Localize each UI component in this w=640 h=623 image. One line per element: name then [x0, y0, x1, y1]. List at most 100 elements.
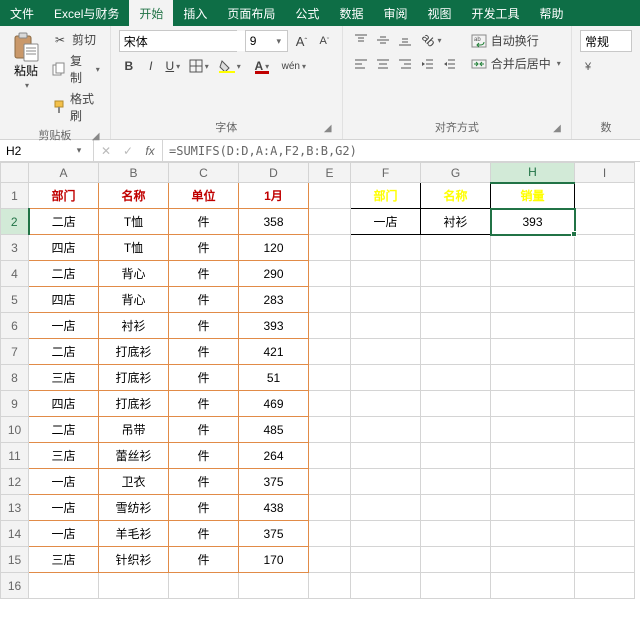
- cell[interactable]: T恤: [99, 235, 169, 261]
- cell[interactable]: 三店: [29, 365, 99, 391]
- dialog-launcher-icon[interactable]: ◢: [322, 123, 334, 135]
- row-header[interactable]: 12: [1, 469, 29, 495]
- enter-formula-button[interactable]: ✓: [120, 144, 136, 158]
- cell[interactable]: [575, 391, 635, 417]
- cell[interactable]: 一店: [29, 469, 99, 495]
- cut-button[interactable]: ✂ 剪切: [50, 30, 102, 49]
- dialog-launcher-icon[interactable]: ◢: [551, 123, 563, 135]
- cell[interactable]: [491, 313, 575, 339]
- cell[interactable]: 件: [169, 443, 239, 469]
- cell[interactable]: [351, 573, 421, 599]
- cell[interactable]: [351, 365, 421, 391]
- row-header[interactable]: 5: [1, 287, 29, 313]
- cell[interactable]: [309, 261, 351, 287]
- cell[interactable]: [575, 235, 635, 261]
- menu-tab[interactable]: 开发工具: [461, 0, 529, 26]
- cell[interactable]: [309, 313, 351, 339]
- cell[interactable]: [309, 287, 351, 313]
- chevron-down-icon[interactable]: ▾: [557, 59, 561, 68]
- spreadsheet-grid[interactable]: ABCDEFGHI1部门名称单位1月部门名称销量2二店T恤件358一店衬衫393…: [0, 162, 640, 623]
- cell[interactable]: [421, 573, 491, 599]
- menu-tab[interactable]: 文件: [0, 0, 44, 26]
- increase-font-button[interactable]: Aˆ: [292, 31, 311, 51]
- cell[interactable]: 四店: [29, 391, 99, 417]
- menu-tab[interactable]: 开始: [129, 0, 173, 26]
- number-format-combo[interactable]: [580, 30, 632, 52]
- cell[interactable]: [309, 391, 351, 417]
- cell[interactable]: 件: [169, 495, 239, 521]
- cell[interactable]: [491, 547, 575, 573]
- align-left-button[interactable]: [351, 54, 371, 74]
- cell[interactable]: [309, 573, 351, 599]
- cell[interactable]: [491, 261, 575, 287]
- cell[interactable]: [575, 521, 635, 547]
- menu-tab[interactable]: 页面布局: [217, 0, 285, 26]
- row-header[interactable]: 2: [1, 209, 29, 235]
- cell[interactable]: 件: [169, 339, 239, 365]
- cell[interactable]: [99, 573, 169, 599]
- cell[interactable]: [309, 183, 351, 209]
- cell[interactable]: [309, 469, 351, 495]
- cell[interactable]: 打底衫: [99, 339, 169, 365]
- cell[interactable]: 485: [239, 417, 309, 443]
- cell[interactable]: 背心: [99, 287, 169, 313]
- decrease-indent-button[interactable]: [417, 54, 437, 74]
- cell[interactable]: [575, 417, 635, 443]
- cell[interactable]: [351, 417, 421, 443]
- formula-input[interactable]: =SUMIFS(D:D,A:A,F2,B:B,G2): [163, 140, 640, 161]
- copy-button[interactable]: 复制 ▾: [50, 51, 102, 87]
- cell[interactable]: [351, 521, 421, 547]
- select-all-corner[interactable]: [1, 163, 29, 183]
- column-header[interactable]: E: [309, 163, 351, 183]
- row-header[interactable]: 11: [1, 443, 29, 469]
- cell[interactable]: 一店: [351, 209, 421, 235]
- cell[interactable]: 三店: [29, 443, 99, 469]
- cell[interactable]: [309, 495, 351, 521]
- cell[interactable]: [351, 261, 421, 287]
- row-header[interactable]: 13: [1, 495, 29, 521]
- cell[interactable]: 51: [239, 365, 309, 391]
- decrease-font-button[interactable]: Aˇ: [315, 31, 334, 51]
- cell[interactable]: [351, 339, 421, 365]
- cell[interactable]: 蕾丝衫: [99, 443, 169, 469]
- cell[interactable]: [421, 547, 491, 573]
- cell[interactable]: 二店: [29, 417, 99, 443]
- column-header[interactable]: B: [99, 163, 169, 183]
- cell[interactable]: 283: [239, 287, 309, 313]
- cell[interactable]: 衬衫: [99, 313, 169, 339]
- italic-button[interactable]: I: [141, 56, 161, 76]
- cell[interactable]: 销量: [491, 183, 575, 209]
- align-center-button[interactable]: [373, 54, 393, 74]
- dialog-launcher-icon[interactable]: ◢: [90, 131, 102, 143]
- cell[interactable]: [491, 573, 575, 599]
- cell[interactable]: 吊带: [99, 417, 169, 443]
- cell[interactable]: 部门: [351, 183, 421, 209]
- cell[interactable]: [575, 547, 635, 573]
- cell[interactable]: [309, 443, 351, 469]
- align-right-button[interactable]: [395, 54, 415, 74]
- insert-function-button[interactable]: fx: [142, 144, 158, 158]
- cell[interactable]: 170: [239, 547, 309, 573]
- phonetic-button[interactable]: wén▾: [279, 56, 309, 76]
- cell[interactable]: [421, 365, 491, 391]
- column-header[interactable]: G: [421, 163, 491, 183]
- bold-button[interactable]: B: [119, 56, 139, 76]
- menu-tab[interactable]: 公式: [285, 0, 329, 26]
- cell[interactable]: 二店: [29, 339, 99, 365]
- cell[interactable]: [491, 391, 575, 417]
- cell[interactable]: [351, 287, 421, 313]
- cell[interactable]: 375: [239, 521, 309, 547]
- increase-indent-button[interactable]: [439, 54, 459, 74]
- cell[interactable]: 438: [239, 495, 309, 521]
- cell[interactable]: [575, 469, 635, 495]
- underline-button[interactable]: U▾: [163, 56, 183, 76]
- cell[interactable]: 二店: [29, 209, 99, 235]
- cell[interactable]: [421, 391, 491, 417]
- cell[interactable]: 一店: [29, 313, 99, 339]
- number-format-input[interactable]: [581, 31, 615, 51]
- menu-tab[interactable]: 帮助: [530, 0, 574, 26]
- cell[interactable]: [575, 287, 635, 313]
- cell[interactable]: 打底衫: [99, 391, 169, 417]
- menu-tab[interactable]: Excel与财务: [44, 0, 129, 26]
- cell[interactable]: [421, 235, 491, 261]
